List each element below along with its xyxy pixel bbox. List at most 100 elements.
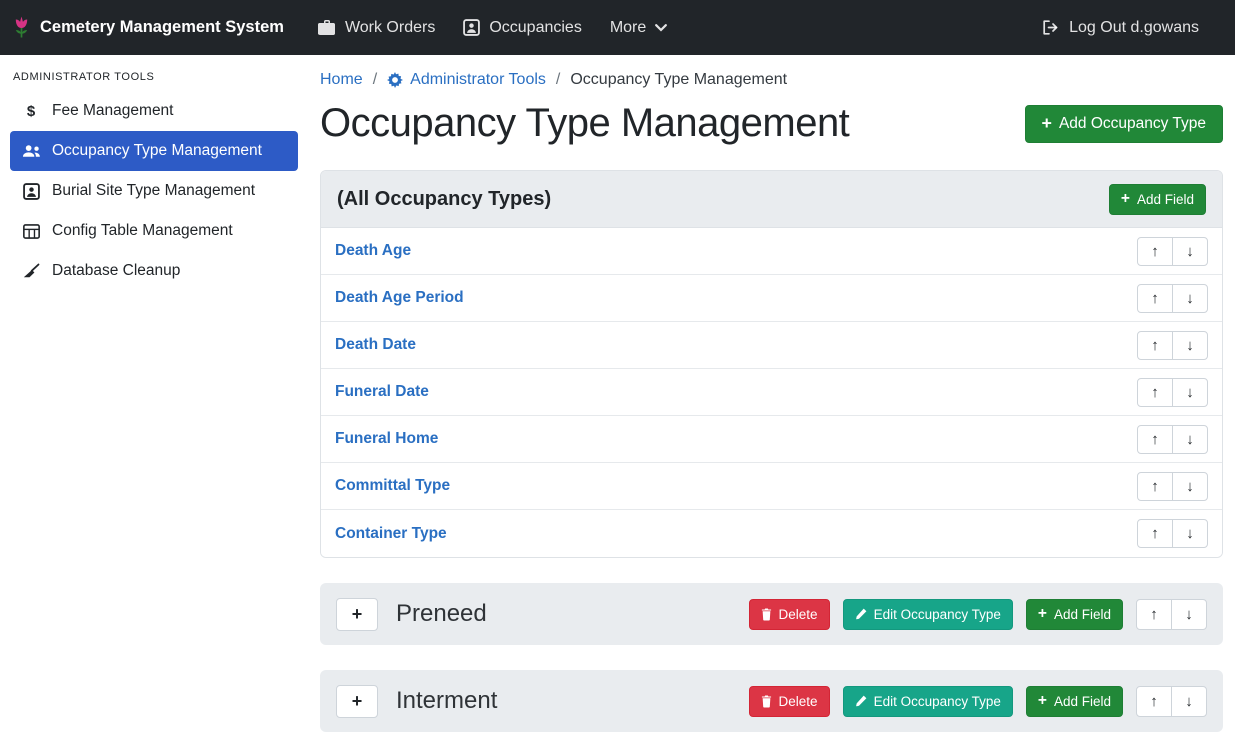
- users-icon: [21, 144, 41, 158]
- app-title: Cemetery Management System: [40, 18, 284, 37]
- up-arrow-icon: ↑: [1150, 693, 1158, 710]
- chevron-down-icon: [655, 24, 667, 32]
- down-arrow-icon: ↓: [1186, 431, 1194, 448]
- sidebar-item-burial-site-type-management[interactable]: Burial Site Type Management: [10, 171, 298, 211]
- reorder-buttons: ↑ ↓: [1137, 331, 1208, 360]
- flower-logo-icon: [12, 15, 31, 41]
- field-row: Death Age Period ↑ ↓: [321, 275, 1222, 322]
- move-up-button[interactable]: ↑: [1137, 284, 1173, 313]
- move-up-button[interactable]: ↑: [1137, 425, 1173, 454]
- table-icon: [21, 224, 41, 239]
- plus-icon: +: [1038, 606, 1047, 622]
- logout-label: Log Out d.gowans: [1069, 19, 1199, 37]
- person-box-icon: [463, 19, 480, 36]
- all-occupancy-types-header: (All Occupancy Types) + Add Field: [321, 171, 1222, 228]
- sidebar-item-fee-management[interactable]: $ Fee Management: [10, 91, 298, 131]
- move-down-button[interactable]: ↓: [1172, 472, 1208, 501]
- add-field-button[interactable]: + Add Field: [1026, 686, 1123, 717]
- move-up-button[interactable]: ↑: [1137, 378, 1173, 407]
- delete-label: Delete: [779, 694, 818, 709]
- move-down-button[interactable]: ↓: [1171, 686, 1207, 717]
- pencil-icon: [855, 695, 867, 707]
- reorder-buttons: ↑ ↓: [1136, 686, 1207, 717]
- reorder-buttons: ↑ ↓: [1137, 284, 1208, 313]
- plus-icon: +: [1042, 115, 1052, 133]
- expand-button[interactable]: +: [336, 685, 378, 718]
- occupancy-type-name: Interment: [396, 687, 497, 715]
- sidebar-item-database-cleanup[interactable]: Database Cleanup: [10, 251, 298, 291]
- plus-icon: +: [1038, 693, 1047, 709]
- all-occupancy-types-title: (All Occupancy Types): [337, 188, 551, 211]
- trash-icon: [761, 695, 772, 708]
- delete-button[interactable]: Delete: [749, 599, 830, 630]
- dollar-icon: $: [21, 103, 41, 120]
- add-occupancy-type-label: Add Occupancy Type: [1059, 115, 1206, 133]
- up-arrow-icon: ↑: [1150, 606, 1158, 623]
- move-up-button[interactable]: ↑: [1136, 599, 1172, 630]
- field-link-funeral-home[interactable]: Funeral Home: [335, 430, 438, 448]
- edit-occupancy-type-button[interactable]: Edit Occupancy Type: [843, 686, 1013, 717]
- move-up-button[interactable]: ↑: [1137, 519, 1173, 548]
- down-arrow-icon: ↓: [1186, 525, 1194, 542]
- move-up-button[interactable]: ↑: [1137, 331, 1173, 360]
- field-link-container-type[interactable]: Container Type: [335, 525, 447, 543]
- toolbox-icon: [318, 20, 336, 35]
- sidebar-heading: Administrator Tools: [0, 61, 308, 91]
- nav-work-orders[interactable]: Work Orders: [304, 11, 449, 45]
- plus-icon: +: [352, 604, 363, 625]
- move-up-button[interactable]: ↑: [1136, 686, 1172, 717]
- move-down-button[interactable]: ↓: [1172, 425, 1208, 454]
- down-arrow-icon: ↓: [1186, 478, 1194, 495]
- nav-work-orders-label: Work Orders: [345, 19, 435, 37]
- field-link-funeral-date[interactable]: Funeral Date: [335, 383, 429, 401]
- move-down-button[interactable]: ↓: [1172, 378, 1208, 407]
- edit-occupancy-type-label: Edit Occupancy Type: [874, 694, 1001, 709]
- breadcrumb: Home / Administrator Tools / Occupancy T…: [320, 71, 1223, 89]
- down-arrow-icon: ↓: [1185, 693, 1193, 710]
- main-content: Home / Administrator Tools / Occupancy T…: [308, 55, 1235, 738]
- field-link-death-date[interactable]: Death Date: [335, 336, 416, 354]
- sidebar-item-config-table-management[interactable]: Config Table Management: [10, 211, 298, 251]
- sidebar-item-label: Occupancy Type Management: [52, 142, 262, 160]
- occupancy-type-name: Preneed: [396, 600, 487, 628]
- breadcrumb-home[interactable]: Home: [320, 71, 363, 89]
- field-link-death-age-period[interactable]: Death Age Period: [335, 289, 464, 307]
- move-down-button[interactable]: ↓: [1172, 331, 1208, 360]
- sidebar-item-label: Database Cleanup: [52, 262, 180, 280]
- move-down-button[interactable]: ↓: [1172, 284, 1208, 313]
- pencil-icon: [855, 608, 867, 620]
- section-actions: Delete Edit Occupancy Type + Add Field ↑…: [749, 599, 1207, 630]
- edit-occupancy-type-label: Edit Occupancy Type: [874, 607, 1001, 622]
- sidebar-item-label: Config Table Management: [52, 222, 233, 240]
- sidebar-item-label: Burial Site Type Management: [52, 182, 255, 200]
- occupancy-type-section-interment: + Interment Delete Edit Occupancy T: [320, 670, 1223, 732]
- breadcrumb-admin-tools[interactable]: Administrator Tools: [387, 71, 546, 89]
- person-box-icon: [21, 183, 41, 200]
- field-link-death-age[interactable]: Death Age: [335, 242, 411, 260]
- move-down-button[interactable]: ↓: [1172, 519, 1208, 548]
- nav-more[interactable]: More: [596, 11, 681, 45]
- logout-button[interactable]: Log Out d.gowans: [1028, 11, 1213, 45]
- move-down-button[interactable]: ↓: [1172, 237, 1208, 266]
- nav-occupancies[interactable]: Occupancies: [449, 11, 596, 45]
- add-field-button[interactable]: + Add Field: [1109, 184, 1206, 215]
- add-field-button[interactable]: + Add Field: [1026, 599, 1123, 630]
- edit-occupancy-type-button[interactable]: Edit Occupancy Type: [843, 599, 1013, 630]
- add-field-label: Add Field: [1054, 694, 1111, 709]
- plus-icon: +: [1121, 191, 1130, 207]
- expand-button[interactable]: +: [336, 598, 378, 631]
- top-navbar: Cemetery Management System Work Orders O…: [0, 0, 1235, 55]
- move-down-button[interactable]: ↓: [1171, 599, 1207, 630]
- sidebar-item-occupancy-type-management[interactable]: Occupancy Type Management: [10, 131, 298, 171]
- reorder-buttons: ↑ ↓: [1137, 425, 1208, 454]
- field-row: Funeral Date ↑ ↓: [321, 369, 1222, 416]
- breadcrumb-home-label: Home: [320, 71, 363, 89]
- all-occupancy-types-card: (All Occupancy Types) + Add Field Death …: [320, 170, 1223, 558]
- delete-button[interactable]: Delete: [749, 686, 830, 717]
- app-brand[interactable]: Cemetery Management System: [12, 15, 284, 41]
- add-field-label: Add Field: [1137, 192, 1194, 207]
- move-up-button[interactable]: ↑: [1137, 237, 1173, 266]
- field-link-committal-type[interactable]: Committal Type: [335, 477, 450, 495]
- move-up-button[interactable]: ↑: [1137, 472, 1173, 501]
- add-occupancy-type-button[interactable]: + Add Occupancy Type: [1025, 105, 1223, 143]
